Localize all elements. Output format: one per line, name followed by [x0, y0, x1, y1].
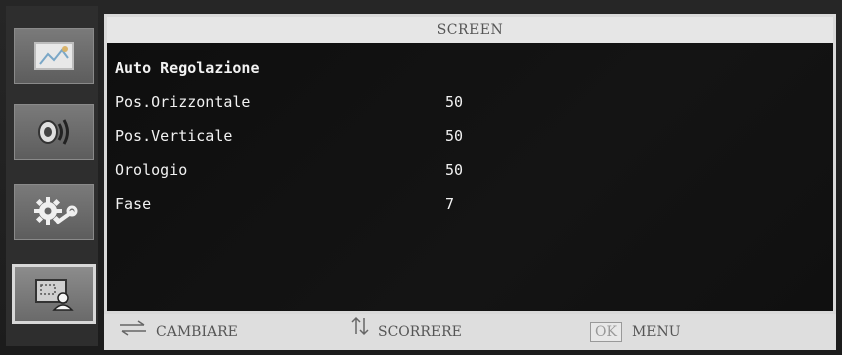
osd-menu: SCREEN Auto Regolazione Pos.Orizzontale … — [0, 0, 842, 355]
menu-item-value: 50 — [445, 127, 464, 145]
swap-arrows-icon — [118, 314, 148, 350]
menu-item-value: 50 — [445, 93, 464, 111]
menu-item-value: 50 — [445, 161, 464, 179]
menu-item-label: Auto Regolazione — [115, 59, 260, 77]
picture-icon — [32, 40, 76, 72]
up-down-arrows-icon — [350, 314, 370, 350]
panel-title: SCREEN — [107, 17, 833, 43]
menu-list: Auto Regolazione Pos.Orizzontale 50 Pos.… — [115, 51, 815, 221]
hint-menu-label: MENU — [631, 324, 681, 340]
menu-item-value: 7 — [445, 195, 455, 213]
ok-key-icon: OK — [590, 322, 622, 342]
menu-item-label: Pos.Orizzontale — [115, 93, 251, 111]
sidebar-item-picture[interactable] — [14, 28, 94, 84]
footer-hints: CAMBIARE SCORRERE OK MENU — [104, 314, 836, 350]
menu-item-vertical-position[interactable]: Pos.Verticale 50 — [115, 119, 815, 153]
speaker-icon — [32, 114, 76, 150]
menu-item-label: Pos.Verticale — [115, 127, 233, 145]
screen-icon — [32, 276, 76, 312]
menu-item-auto-adjust[interactable]: Auto Regolazione — [115, 51, 815, 85]
menu-item-label: Orologio — [115, 161, 188, 179]
sidebar-item-screen[interactable] — [12, 264, 96, 324]
sidebar — [6, 6, 98, 346]
menu-item-clock[interactable]: Orologio 50 — [115, 153, 815, 187]
menu-panel: SCREEN Auto Regolazione Pos.Orizzontale … — [104, 14, 836, 314]
gear-wrench-icon — [30, 194, 78, 230]
sidebar-item-audio[interactable] — [14, 104, 94, 160]
menu-item-phase[interactable]: Fase 7 — [115, 187, 815, 221]
hint-change: CAMBIARE — [118, 314, 238, 350]
menu-item-horizontal-position[interactable]: Pos.Orizzontale 50 — [115, 85, 815, 119]
menu-item-label: Fase — [115, 195, 152, 213]
hint-scroll: SCORRERE — [350, 314, 462, 350]
hint-scroll-label: SCORRERE — [378, 324, 462, 340]
hint-menu: OK MENU — [590, 314, 681, 350]
sidebar-item-setup[interactable] — [14, 184, 94, 240]
hint-change-label: CAMBIARE — [156, 324, 238, 340]
